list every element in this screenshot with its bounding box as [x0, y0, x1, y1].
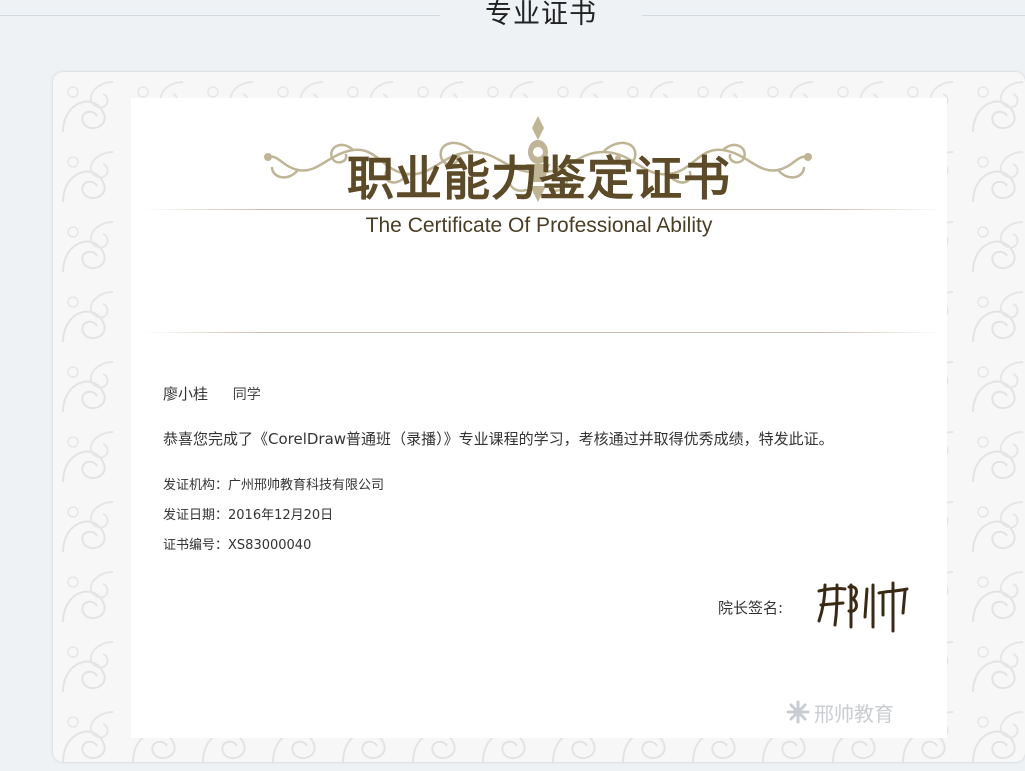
certificate-number-value: XS83000040: [228, 538, 312, 553]
certificate-body-text: 恭喜您完成了《CorelDraw普通班（录播）》专业课程的学习，考核通过并取得优…: [163, 430, 834, 448]
brand-watermark: 邢帅教育: [786, 697, 916, 727]
watermark-text: 邢帅教育: [814, 701, 894, 726]
recipient-suffix: 同学: [232, 387, 261, 403]
issuer-label: 发证机构：: [163, 478, 229, 493]
issue-date-value: 2016年12月20日: [228, 508, 334, 523]
signature-label: 院长签名:: [718, 599, 784, 617]
page-header: 专业证书: [0, 0, 1025, 40]
page-title: 专业证书: [485, 0, 597, 30]
issue-date-label: 发证日期：: [163, 508, 229, 523]
director-signature: [817, 581, 909, 633]
certificate-number-row: 证书编号：XS83000040: [163, 534, 311, 553]
certificate-number-label: 证书编号：: [163, 538, 229, 553]
certificate-title-cn: 职业能力鉴定证书: [347, 152, 731, 207]
certificate-title-en: The Certificate Of Professional Ability: [365, 214, 713, 237]
header-divider-right: [642, 15, 1025, 16]
issuer-row: 发证机构：广州邢帅教育科技有限公司: [163, 474, 384, 493]
title-rule-bottom: [143, 332, 943, 333]
recipient-line: 廖小桂 同学: [163, 383, 261, 404]
recipient-name: 廖小桂: [163, 385, 209, 403]
asterisk-logo-icon: [786, 700, 810, 724]
issuer-value: 广州邢帅教育科技有限公司: [228, 478, 385, 493]
issue-date-row: 发证日期：2016年12月20日: [163, 504, 333, 523]
header-divider-left: [0, 15, 440, 16]
